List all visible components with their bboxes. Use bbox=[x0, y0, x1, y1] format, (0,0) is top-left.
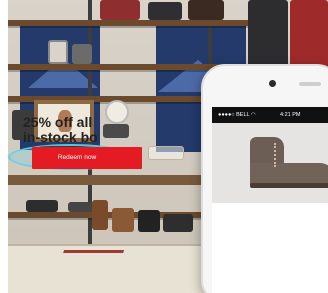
shelf bbox=[8, 64, 233, 70]
shelf bbox=[8, 20, 248, 26]
bag-print bbox=[51, 250, 125, 284]
camera-icon bbox=[269, 80, 276, 87]
duffel-bag bbox=[148, 2, 182, 20]
redeem-now-button[interactable]: Redeem now bbox=[32, 147, 142, 169]
leather-bag bbox=[188, 0, 224, 20]
carrier-signal: ●●●●○ BELL ◠ bbox=[218, 112, 256, 118]
promo-headline: 25% off all in-stock bo bbox=[23, 115, 143, 145]
display-object bbox=[72, 44, 92, 64]
phone-top-bezel bbox=[203, 66, 328, 106]
status-time: 4:21 PM bbox=[280, 112, 301, 118]
hanging-jacket bbox=[248, 0, 288, 70]
boot bbox=[138, 210, 160, 232]
boot-laces bbox=[274, 143, 290, 167]
hanging-jacket bbox=[290, 0, 328, 70]
shoe bbox=[163, 214, 193, 232]
promo-headline-line: 25% off all bbox=[23, 114, 93, 130]
folded-shirt bbox=[26, 200, 58, 212]
boot-sole bbox=[250, 183, 328, 188]
status-bar: ●●●●○ BELL ◠ 4:21 PM bbox=[212, 107, 328, 123]
promo-headline-line: in-stock bo bbox=[23, 129, 98, 145]
display-lamp bbox=[48, 40, 68, 64]
product-hero-image bbox=[212, 123, 328, 203]
display-table bbox=[8, 175, 213, 185]
boot bbox=[92, 200, 108, 230]
speaker-icon bbox=[299, 82, 321, 86]
display-box bbox=[148, 146, 184, 160]
backpack bbox=[100, 0, 140, 20]
boot bbox=[112, 208, 134, 232]
phone-mockup: ●●●●○ BELL ◠ 4:21 PM bbox=[201, 64, 328, 293]
phone-screen: ●●●●○ BELL ◠ 4:21 PM bbox=[212, 107, 328, 293]
